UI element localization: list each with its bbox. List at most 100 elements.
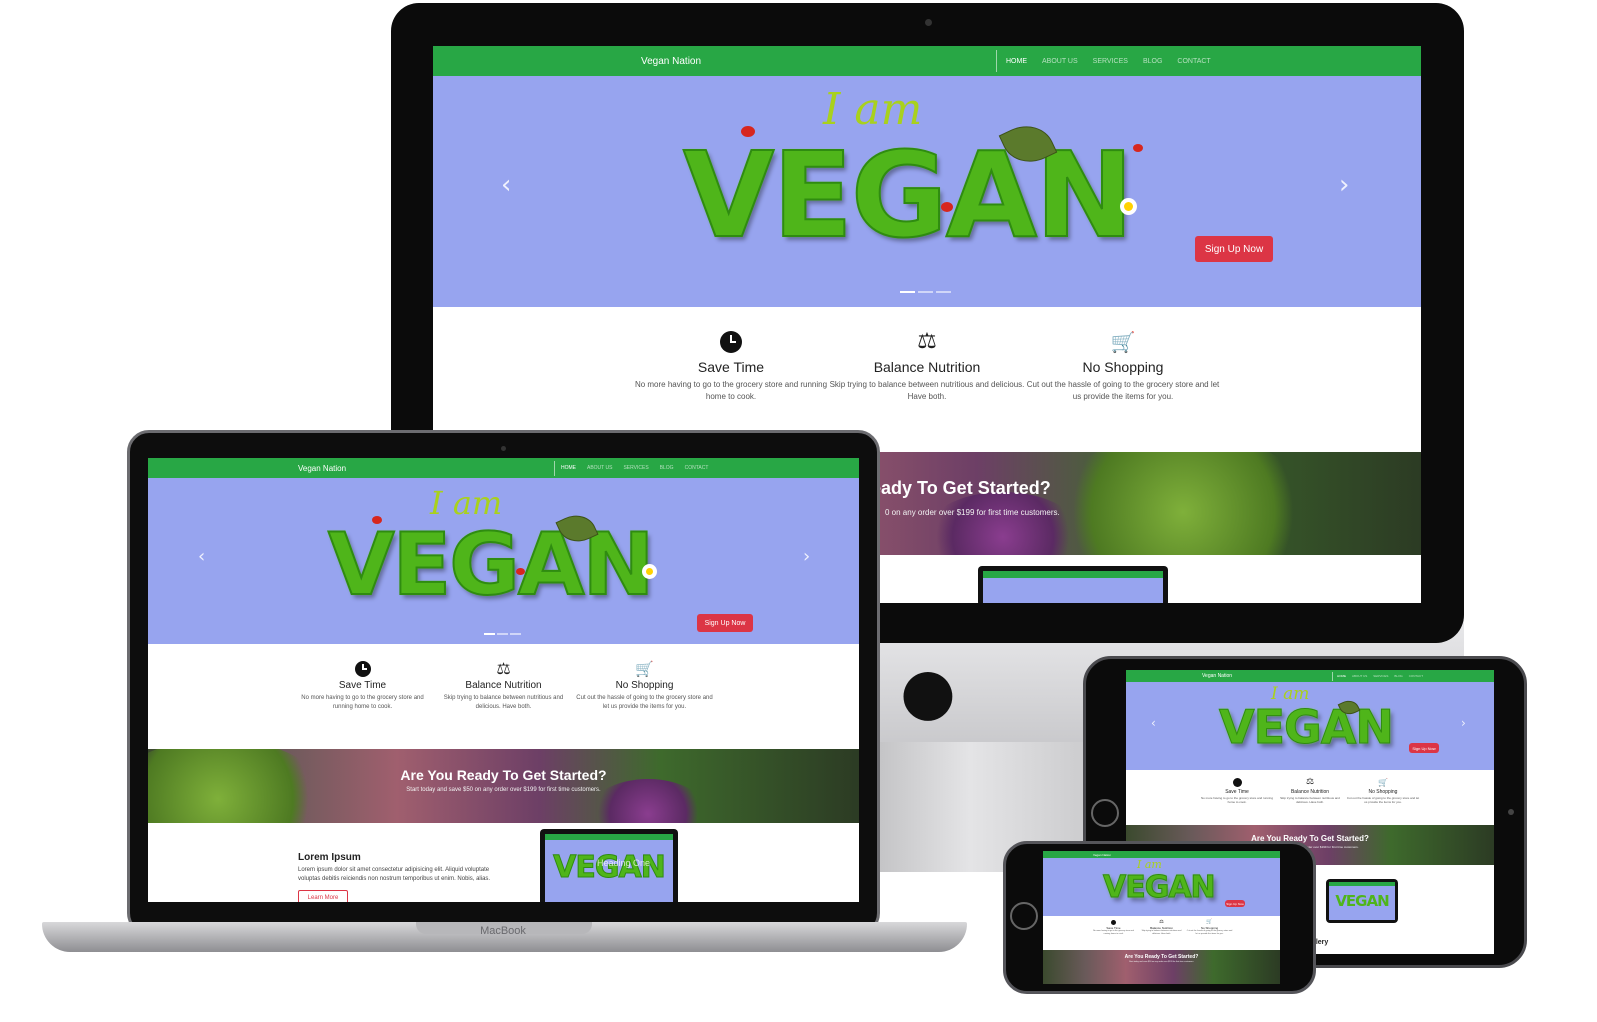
- cart-plus-icon: 🛒: [635, 660, 654, 678]
- balance-scale-icon: ⚖: [917, 329, 937, 354]
- cta-section: Are You Ready To Get Started? Start toda…: [1043, 950, 1280, 984]
- signup-button[interactable]: Sign Up Now: [1409, 743, 1439, 753]
- daisy-decoration: [1124, 202, 1133, 211]
- cart-plus-icon: 🛒: [1206, 919, 1213, 925]
- signup-button[interactable]: Sign Up Now: [1225, 900, 1245, 907]
- mini-overlay-caption: Heading One: [597, 858, 651, 868]
- cta-subtitle: Start today and save $50 on any order ov…: [406, 787, 601, 793]
- feature-desc: No more having to go to the grocery stor…: [1093, 930, 1134, 935]
- hero-vegan-text: VEGAN: [682, 126, 1135, 264]
- cta-title: Are You Ready To Get Started?: [400, 767, 607, 783]
- apple-logo-icon: ●: [900, 655, 956, 729]
- hero-carousel: I am VEGAN ‹ › Sign Up Now: [433, 76, 1421, 307]
- imac-camera: [925, 19, 932, 26]
- brand-logo[interactable]: Vegan Nation: [1093, 853, 1111, 857]
- feature-desc: Cut out the hassle of going to the groce…: [1026, 380, 1220, 401]
- signup-button[interactable]: Sign Up Now: [1195, 236, 1273, 262]
- features-section: Save Time No more having to go to the gr…: [1126, 770, 1494, 825]
- nav-about[interactable]: ABOUT US: [1042, 58, 1078, 65]
- vegetable-bg: [1053, 452, 1313, 555]
- mini-device-preview: VEGAN Heading One: [540, 829, 678, 902]
- carousel-dot[interactable]: [497, 633, 508, 635]
- nav-home[interactable]: HOME: [1337, 674, 1346, 678]
- clock-icon: [354, 661, 371, 677]
- nav-home[interactable]: HOME: [1006, 58, 1027, 65]
- feature-save-time: Save Time No more having to go to the gr…: [1090, 920, 1138, 950]
- feature-no-shopping: 🛒 No Shopping Cut out the hassle of goin…: [1347, 778, 1420, 825]
- nav-blog[interactable]: BLOG: [660, 465, 674, 471]
- brand-logo[interactable]: Vegan Nation: [1202, 673, 1232, 679]
- feature-desc: Cut out the hassle of going to the groce…: [1346, 796, 1420, 804]
- carousel-dot[interactable]: [936, 291, 951, 293]
- nav-home[interactable]: HOME: [561, 465, 576, 471]
- carousel-next-icon[interactable]: ›: [1339, 170, 1349, 200]
- feature-balance-nutrition: ⚖ Balance Nutrition Skip trying to balan…: [1274, 778, 1347, 825]
- brand-logo[interactable]: Vegan Nation: [641, 56, 701, 67]
- carousel-prev-icon[interactable]: ‹: [198, 546, 205, 567]
- balance-scale-icon: ⚖: [496, 659, 511, 678]
- feature-title: Balance Nutrition: [465, 680, 542, 691]
- cart-plus-icon: 🛒: [1110, 330, 1136, 354]
- clock-icon: [720, 331, 742, 353]
- carousel-dot[interactable]: [510, 633, 521, 635]
- nav-about[interactable]: ABOUT US: [1352, 674, 1367, 678]
- brand-logo[interactable]: Vegan Nation: [298, 464, 346, 473]
- nav-links: HOME ABOUT US SERVICES BLOG CONTACT: [996, 50, 1211, 72]
- carousel-prev-icon[interactable]: ‹: [1151, 716, 1156, 730]
- nav-links: HOME ABOUT US SERVICES BLOG CONTACT: [554, 460, 709, 476]
- carousel-dot[interactable]: [484, 633, 495, 635]
- about-text: Lorem ipsum dolor sit amet consectetur a…: [298, 867, 491, 882]
- ipad-home-button: [1091, 799, 1119, 827]
- hero-vegan-text: VEGAN: [1219, 700, 1395, 754]
- feature-desc: Skip trying to balance between nutritiou…: [1141, 930, 1182, 935]
- carousel-dot[interactable]: [918, 291, 933, 293]
- feature-title: No Shopping: [1082, 359, 1164, 375]
- signup-button[interactable]: Sign Up Now: [697, 614, 753, 632]
- carousel-next-icon[interactable]: ›: [1461, 716, 1466, 730]
- nav-services[interactable]: SERVICES: [1373, 674, 1388, 678]
- ipad-camera: [1508, 809, 1514, 815]
- navbar: Vegan Nation HOME ABOUT US SERVICES BLOG…: [1126, 670, 1494, 682]
- nav-contact[interactable]: CONTACT: [1409, 674, 1423, 678]
- nav-blog[interactable]: BLOG: [1394, 674, 1402, 678]
- feature-title: Save Time: [1225, 789, 1249, 795]
- iphone-home-button: [1010, 902, 1038, 930]
- learn-more-button[interactable]: Learn More: [298, 890, 348, 902]
- iphone-screen: Vegan Nation I am VEGAN Sign Up Now Save…: [1043, 851, 1280, 984]
- hero-carousel: I am VEGAN Sign Up Now: [1043, 858, 1280, 916]
- balance-scale-icon: ⚖: [1305, 777, 1315, 787]
- nav-contact[interactable]: CONTACT: [685, 465, 709, 471]
- macbook-label: MacBook: [480, 925, 526, 937]
- daisy-decoration: [646, 568, 653, 575]
- carousel-next-icon[interactable]: ›: [803, 546, 810, 567]
- balance-scale-icon: ⚖: [1159, 919, 1164, 925]
- nav-services[interactable]: SERVICES: [623, 465, 648, 471]
- mini-device-preview: [978, 566, 1168, 603]
- nav-contact[interactable]: CONTACT: [1177, 58, 1210, 65]
- vegetable-bg: [148, 749, 328, 823]
- feature-desc: No more having to go to the grocery stor…: [301, 695, 424, 710]
- feature-title: Balance Nutrition: [1290, 789, 1330, 795]
- cta-subtitle: 0 on any order over $199 for first time …: [885, 508, 1060, 517]
- about-title: Lorem Ipsum: [298, 852, 361, 863]
- carousel-indicators: [900, 291, 951, 293]
- nav-services[interactable]: SERVICES: [1093, 58, 1128, 65]
- nav-about[interactable]: ABOUT US: [587, 465, 612, 471]
- ladybug-decoration: [741, 126, 755, 137]
- carousel-dot[interactable]: [900, 291, 915, 293]
- feature-desc: Skip trying to balance between nutritiou…: [443, 695, 564, 710]
- feature-desc: No more having to go to the grocery stor…: [1200, 796, 1274, 804]
- hero-vegan-text: VEGAN: [1103, 870, 1217, 905]
- features-section: Save Time No more having to go to the gr…: [148, 644, 859, 749]
- feature-no-shopping: 🛒 No Shopping Cut out the hassle of goin…: [1025, 331, 1221, 452]
- feature-balance-nutrition: ⚖ Balance Nutrition Skip trying to balan…: [1138, 920, 1186, 950]
- cta-title: eady To Get Started?: [871, 478, 1051, 498]
- feature-save-time: Save Time No more having to go to the gr…: [292, 661, 433, 749]
- feature-title: No Shopping: [1368, 789, 1398, 795]
- feature-balance-nutrition: ⚖ Balance Nutrition Skip trying to balan…: [433, 661, 574, 749]
- nav-blog[interactable]: BLOG: [1143, 58, 1162, 65]
- clock-icon: [1232, 778, 1242, 787]
- carousel-prev-icon[interactable]: ‹: [501, 170, 511, 200]
- navbar: Vegan Nation HOME ABOUT US SERVICES BLOG…: [433, 46, 1421, 76]
- feature-title: Save Time: [697, 359, 765, 375]
